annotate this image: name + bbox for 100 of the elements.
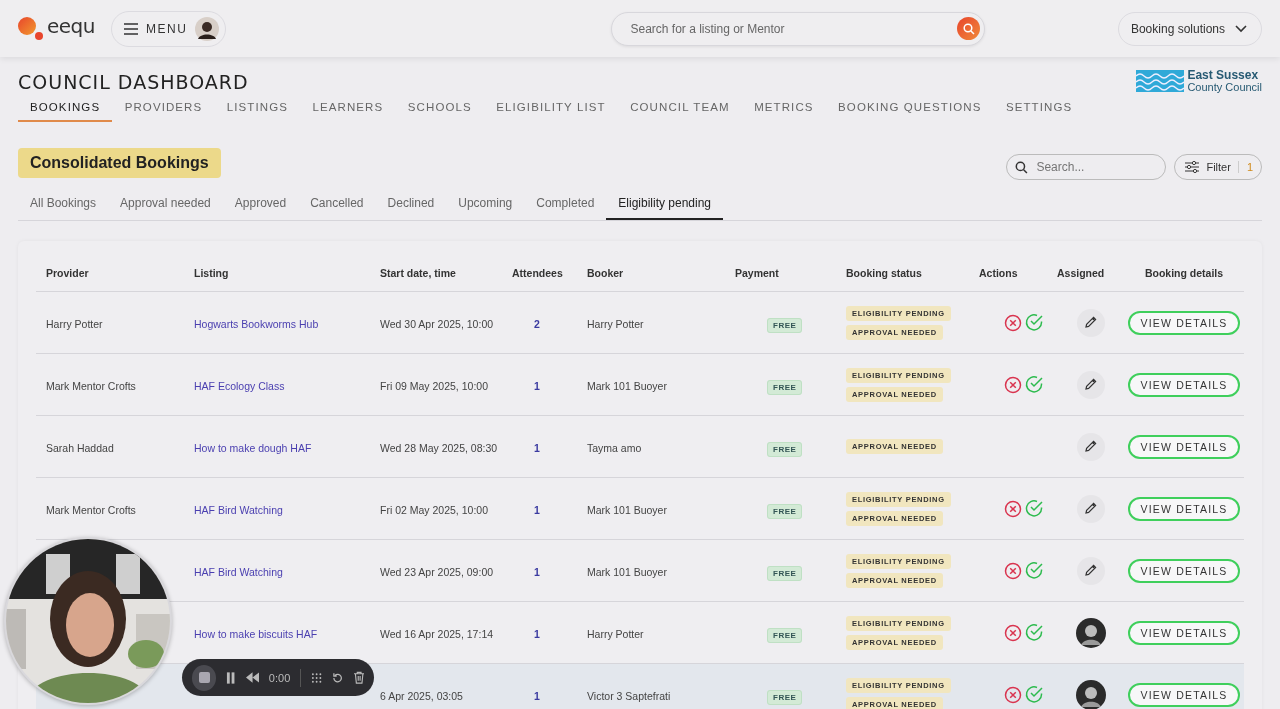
payment-badge: FREE	[767, 689, 803, 705]
table-cell: Fri 02 May 2025, 10:00	[380, 503, 488, 516]
listing-link[interactable]: HAF Bird Watching	[194, 503, 283, 516]
nav-tab[interactable]: PROVIDERS	[112, 97, 215, 123]
search-input[interactable]: Search...	[1034, 159, 1149, 176]
approve-icon[interactable]	[1025, 313, 1044, 333]
avatar-icon	[1075, 679, 1106, 709]
pencil-icon	[1084, 316, 1097, 330]
waves-logo-icon	[1136, 70, 1185, 93]
table-cell: Harry Potter	[587, 317, 644, 330]
logo-text: eequ	[47, 13, 95, 38]
booking-solutions-dropdown[interactable]: Booking solutions	[1117, 11, 1262, 46]
attendees-count: 1	[534, 689, 540, 702]
search-input[interactable]: Search for a listing or Mentor	[628, 20, 958, 37]
approve-icon[interactable]	[1025, 499, 1044, 519]
table-cell: Wed 16 Apr 2025, 17:14	[380, 627, 494, 640]
payment-badge: FREE	[767, 565, 803, 581]
nav-tab[interactable]: ELIGIBILITY LIST	[484, 97, 618, 123]
trash-icon[interactable]	[353, 671, 365, 684]
column-header: Start date, time	[380, 267, 457, 280]
pencil-icon	[1084, 440, 1097, 454]
column-header: Listing	[194, 267, 230, 280]
chevron-down-icon	[1235, 24, 1247, 33]
column-header: Booking details	[1144, 267, 1224, 280]
logo-icon	[17, 15, 45, 42]
rewind-icon[interactable]	[245, 672, 259, 683]
edit-button[interactable]	[1076, 308, 1105, 337]
column-header: Provider	[46, 267, 90, 280]
listing-link[interactable]: HAF Bird Watching	[194, 565, 283, 578]
decline-icon[interactable]	[1004, 685, 1022, 704]
view-details-button[interactable]: VIEW DETAILS	[1128, 434, 1240, 459]
view-details-button[interactable]: VIEW DETAILS	[1128, 372, 1240, 397]
view-details-button[interactable]: VIEW DETAILS	[1128, 682, 1240, 707]
approve-icon[interactable]	[1025, 561, 1044, 581]
attendees-count: 2	[534, 317, 540, 330]
search-icon	[962, 22, 975, 35]
recording-time: 0:00	[268, 671, 291, 684]
status-tab[interactable]: Cancelled	[298, 188, 376, 221]
decline-icon[interactable]	[1004, 375, 1022, 394]
avatar-icon	[195, 16, 220, 41]
table-cell: Victor 3 Saptefrati	[587, 689, 671, 702]
nav-tab[interactable]: COUNCIL TEAM	[618, 97, 742, 123]
search-field[interactable]: Search for a listing or Mentor	[611, 11, 986, 46]
edit-button[interactable]	[1076, 370, 1105, 399]
decline-icon[interactable]	[1004, 499, 1022, 518]
table-cell: Mark 101 Buoyer	[587, 503, 667, 516]
table-cell: Tayma amo	[587, 441, 642, 454]
status-tab[interactable]: Approved	[222, 188, 299, 221]
status-tab[interactable]: Eligibility pending	[606, 188, 724, 221]
table-cell: Harry Potter	[587, 627, 644, 640]
edit-button[interactable]	[1076, 556, 1105, 585]
approve-icon[interactable]	[1025, 623, 1044, 643]
pause-icon[interactable]	[226, 671, 236, 684]
table-cell: Mark 101 Buoyer	[587, 379, 667, 392]
listing-link[interactable]: How to make biscuits HAF	[194, 627, 318, 640]
restart-icon[interactable]	[332, 671, 344, 684]
decline-icon[interactable]	[1004, 313, 1022, 332]
listing-link[interactable]: HAF Ecology Class	[194, 379, 285, 392]
nav-tab[interactable]: METRICS	[742, 97, 826, 123]
view-details-button[interactable]: VIEW DETAILS	[1128, 310, 1240, 335]
status-tab[interactable]: All Bookings	[18, 188, 109, 221]
column-header: Booker	[587, 267, 625, 280]
stop-button[interactable]	[192, 664, 217, 691]
nav-tab[interactable]: SETTINGS	[993, 97, 1085, 123]
dots-grid-icon[interactable]	[311, 671, 323, 684]
view-details-button[interactable]: VIEW DETAILS	[1128, 558, 1240, 583]
nav-tab[interactable]: BOOKINGS	[18, 97, 113, 123]
nav-tab[interactable]: LISTINGS	[214, 97, 300, 123]
edit-button[interactable]	[1076, 432, 1105, 461]
menu-icon	[124, 22, 138, 35]
column-header: Attendees	[512, 267, 562, 280]
table-cell: Wed 28 May 2025, 08:30	[380, 441, 498, 454]
council-name: East Sussex	[1187, 69, 1260, 82]
menu-button[interactable]: MENU	[111, 10, 227, 47]
payment-badge: FREE	[767, 379, 803, 395]
edit-button[interactable]	[1076, 494, 1105, 523]
status-tab[interactable]: Approval needed	[108, 188, 223, 221]
status-tab[interactable]: Completed	[524, 188, 607, 221]
table-cell: Mark Mentor Crofts	[46, 379, 136, 392]
table-cell: Wed 23 Apr 2025, 09:00	[380, 565, 494, 578]
approve-icon[interactable]	[1025, 685, 1044, 705]
decline-icon[interactable]	[1004, 623, 1022, 642]
attendees-count: 1	[534, 503, 540, 516]
search-button[interactable]	[957, 17, 981, 40]
nav-tab[interactable]: SCHOOLS	[395, 97, 484, 123]
nav-tab[interactable]: LEARNERS	[300, 97, 396, 123]
table-cell: Wed 30 Apr 2025, 10:00	[380, 317, 494, 330]
status-tab[interactable]: Upcoming	[446, 188, 525, 221]
nav-tab[interactable]: BOOKING QUESTIONS	[826, 97, 994, 123]
status-tab[interactable]: Declined	[375, 188, 447, 221]
listing-link[interactable]: Hogwarts Bookworms Hub	[194, 317, 319, 330]
table-cell: Mark Mentor Crofts	[46, 503, 136, 516]
decline-icon[interactable]	[1004, 561, 1022, 580]
table-cell: Sarah Haddad	[46, 441, 114, 454]
approve-icon[interactable]	[1025, 375, 1044, 395]
view-details-button[interactable]: VIEW DETAILS	[1128, 496, 1240, 521]
pencil-icon	[1084, 502, 1097, 516]
listing-link[interactable]: How to make dough HAF	[194, 441, 312, 454]
table-cell: Fri 09 May 2025, 10:00	[380, 379, 488, 392]
view-details-button[interactable]: VIEW DETAILS	[1128, 620, 1240, 645]
